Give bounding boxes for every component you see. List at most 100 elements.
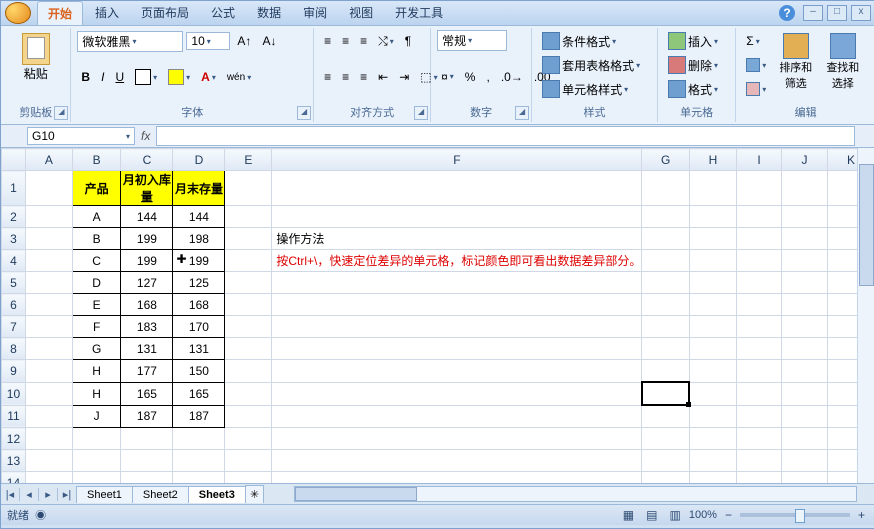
cell-D11[interactable]: 187 — [173, 405, 225, 428]
cell-I6[interactable] — [737, 294, 782, 316]
cell-J2[interactable] — [781, 206, 827, 228]
cell-E11[interactable] — [225, 405, 272, 428]
cell-D6[interactable]: 168 — [173, 294, 225, 316]
view-layout-button[interactable]: ▤ — [642, 504, 661, 526]
row-header-3[interactable]: 3 — [2, 228, 26, 250]
cell-I1[interactable] — [737, 171, 782, 206]
col-header-H[interactable]: H — [689, 149, 736, 171]
horizontal-scrollbar[interactable] — [294, 486, 857, 502]
cell-H14[interactable] — [689, 472, 736, 484]
decrease-font-button[interactable]: A↓ — [258, 30, 280, 52]
row-header-14[interactable]: 14 — [2, 472, 26, 484]
cell-A5[interactable] — [25, 272, 72, 294]
cell-G13[interactable] — [642, 450, 689, 472]
sheet-tab-Sheet1[interactable]: Sheet1 — [76, 486, 133, 503]
border-button[interactable]: ▾ — [131, 66, 161, 88]
tab-数据[interactable]: 数据 — [247, 1, 291, 25]
cell-H3[interactable] — [689, 228, 736, 250]
cell-D2[interactable]: 144 — [173, 206, 225, 228]
cell-D8[interactable]: 131 — [173, 338, 225, 360]
cell-E3[interactable] — [225, 228, 272, 250]
clipboard-launcher[interactable]: ◢ — [54, 106, 68, 120]
font-launcher[interactable]: ◢ — [297, 106, 311, 120]
format-as-table-button[interactable]: 套用表格格式▾ — [538, 54, 659, 76]
increase-indent-button[interactable]: ⇥ — [395, 66, 413, 88]
cell-F8[interactable] — [272, 338, 642, 360]
font-color-button[interactable]: A▾ — [197, 66, 220, 88]
cell-G1[interactable] — [642, 171, 689, 206]
cell-E1[interactable] — [225, 171, 272, 206]
cell-A10[interactable] — [25, 382, 72, 405]
cell-G7[interactable] — [642, 316, 689, 338]
cell-B14[interactable] — [72, 472, 121, 484]
cell-F3[interactable]: 操作方法 — [272, 228, 642, 250]
row-header-12[interactable]: 12 — [2, 428, 26, 450]
cell-A4[interactable] — [25, 250, 72, 272]
cell-D1[interactable]: 月末存量 — [173, 171, 225, 206]
tab-视图[interactable]: 视图 — [339, 1, 383, 25]
cell-B10[interactable]: H — [72, 382, 121, 405]
cell-I12[interactable] — [737, 428, 782, 450]
row-header-2[interactable]: 2 — [2, 206, 26, 228]
cell-I3[interactable] — [737, 228, 782, 250]
percent-button[interactable]: % — [461, 66, 480, 88]
paste-button[interactable]: 粘贴 — [7, 30, 64, 85]
fill-color-button[interactable]: ▾ — [164, 66, 194, 88]
cell-C1[interactable]: 月初入库量 — [121, 171, 173, 206]
col-header-G[interactable]: G — [642, 149, 689, 171]
col-header-B[interactable]: B — [72, 149, 121, 171]
number-format-combo[interactable]: 常规▾ — [437, 30, 507, 51]
cell-J7[interactable] — [781, 316, 827, 338]
tab-开始[interactable]: 开始 — [37, 1, 83, 25]
cell-J14[interactable] — [781, 472, 827, 484]
cell-D4[interactable]: 199 — [173, 250, 225, 272]
conditional-format-button[interactable]: 条件格式▾ — [538, 30, 659, 52]
name-box[interactable]: G10▾ — [27, 127, 135, 145]
cell-D7[interactable]: 170 — [173, 316, 225, 338]
cell-C13[interactable] — [121, 450, 173, 472]
cell-E8[interactable] — [225, 338, 272, 360]
cell-B4[interactable]: C — [72, 250, 121, 272]
align-launcher[interactable]: ◢ — [414, 106, 428, 120]
cell-B5[interactable]: D — [72, 272, 121, 294]
row-header-10[interactable]: 10 — [2, 382, 26, 405]
cell-J12[interactable] — [781, 428, 827, 450]
align-center-button[interactable]: ≡ — [338, 66, 353, 88]
cell-I4[interactable] — [737, 250, 782, 272]
tab-页面布局[interactable]: 页面布局 — [131, 1, 199, 25]
cell-A12[interactable] — [25, 428, 72, 450]
formula-bar[interactable] — [156, 126, 855, 146]
close-button[interactable]: x — [851, 5, 871, 21]
cell-H6[interactable] — [689, 294, 736, 316]
insert-cells-button[interactable]: 插入▾ — [664, 30, 737, 52]
cell-C10[interactable]: 165 — [121, 382, 173, 405]
cell-F10[interactable] — [272, 382, 642, 405]
row-header-9[interactable]: 9 — [2, 360, 26, 383]
view-pagebreak-button[interactable]: ▥ — [665, 504, 684, 526]
cell-F2[interactable] — [272, 206, 642, 228]
cell-D13[interactable] — [173, 450, 225, 472]
cell-B2[interactable]: A — [72, 206, 121, 228]
cell-A2[interactable] — [25, 206, 72, 228]
cell-F9[interactable] — [272, 360, 642, 383]
cell-J6[interactable] — [781, 294, 827, 316]
restore-button[interactable]: □ — [827, 5, 847, 21]
cell-E10[interactable] — [225, 382, 272, 405]
cell-D5[interactable]: 125 — [173, 272, 225, 294]
font-name-combo[interactable]: 微软雅黑▾ — [77, 31, 183, 52]
row-header-5[interactable]: 5 — [2, 272, 26, 294]
tab-公式[interactable]: 公式 — [201, 1, 245, 25]
cell-I13[interactable] — [737, 450, 782, 472]
cell-G12[interactable] — [642, 428, 689, 450]
fill-button[interactable]: ▾ — [742, 54, 770, 76]
number-launcher[interactable]: ◢ — [515, 106, 529, 120]
increase-font-button[interactable]: A↑ — [233, 30, 255, 52]
row-header-11[interactable]: 11 — [2, 405, 26, 428]
cell-J10[interactable] — [781, 382, 827, 405]
cell-I9[interactable] — [737, 360, 782, 383]
cell-I5[interactable] — [737, 272, 782, 294]
cell-I14[interactable] — [737, 472, 782, 484]
cell-C8[interactable]: 131 — [121, 338, 173, 360]
cell-D14[interactable] — [173, 472, 225, 484]
cell-J9[interactable] — [781, 360, 827, 383]
